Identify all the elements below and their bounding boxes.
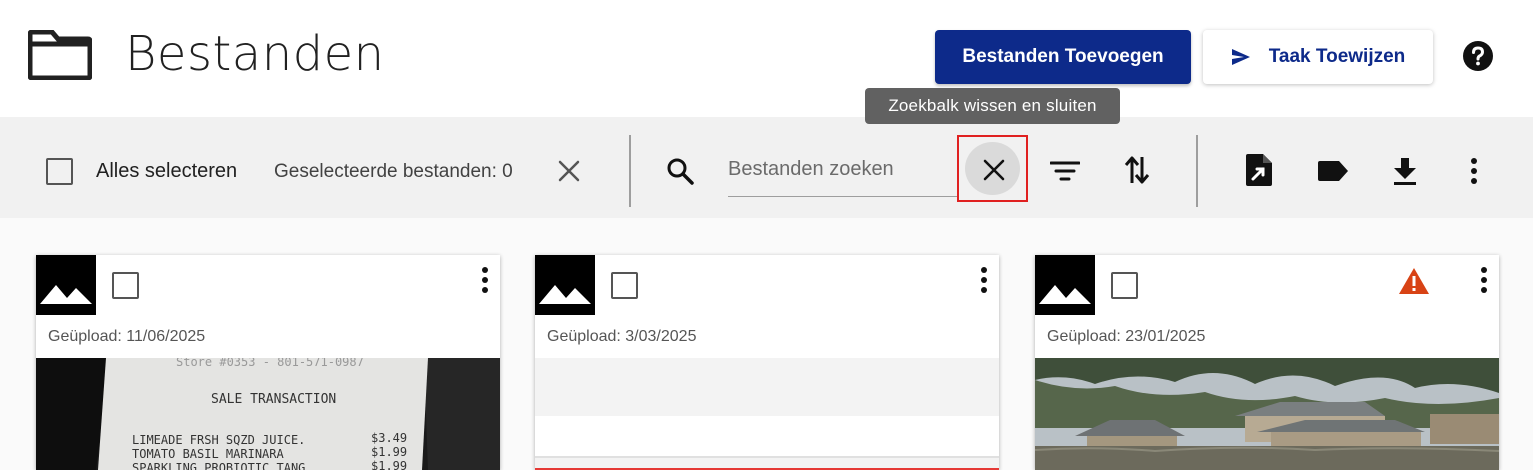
image-icon — [539, 285, 591, 304]
export-file-icon[interactable] — [1245, 153, 1273, 187]
image-icon — [1039, 285, 1091, 304]
add-files-button[interactable]: Bestanden Toevoegen — [935, 30, 1191, 84]
send-icon — [1231, 49, 1250, 65]
search-icon — [667, 158, 694, 185]
receipt-line: TOMATO BASIL MARINARA — [132, 447, 284, 461]
file-card[interactable]: Geüpload: 23/01/2025 — [1035, 255, 1499, 470]
flood-photo — [1035, 358, 1499, 470]
page-title: Bestanden — [125, 26, 385, 82]
file-card[interactable]: Geüpload: 3/03/2025 — [535, 255, 999, 470]
image-thumbnail — [535, 255, 595, 315]
receipt-price: $1.99 — [371, 445, 407, 459]
more-vert-icon[interactable] — [979, 266, 989, 294]
file-card[interactable]: Geüpload: 11/06/2025 Store #0353 - 801-5… — [36, 255, 500, 470]
close-icon[interactable] — [557, 159, 581, 183]
receipt-line: SPARKLING PROBIOTIC TANG — [132, 461, 305, 470]
clear-search-icon — [983, 159, 1005, 181]
label-icon[interactable] — [1317, 160, 1349, 182]
assign-task-label: Taak Toewijzen — [1268, 46, 1406, 67]
search-input[interactable] — [728, 142, 957, 197]
select-all-label: Alles selecteren — [96, 160, 238, 182]
document-preview — [535, 358, 999, 470]
receipt-price: $3.49 — [371, 431, 407, 445]
app-header: Bestanden Bestanden Toevoegen Taak Toewi… — [0, 0, 1533, 117]
receipt-price: $1.99 — [371, 459, 407, 470]
svg-text:Store #0353 - 801-571-0987: Store #0353 - 801-571-0987 — [176, 358, 364, 369]
file-checkbox[interactable] — [1111, 272, 1138, 299]
filter-icon[interactable] — [1050, 160, 1080, 182]
toolbar-divider — [629, 135, 631, 207]
warning-icon — [1399, 268, 1429, 294]
download-icon[interactable] — [1392, 156, 1418, 186]
selected-count-text: Geselecteerde bestanden: 0 — [274, 161, 513, 182]
more-vert-icon[interactable] — [1479, 266, 1489, 294]
image-thumbnail — [1035, 255, 1095, 315]
receipt-line: SALE TRANSACTION — [211, 392, 336, 407]
receipt-line: LIMEADE FRSH SQZD JUICE. — [132, 433, 305, 447]
file-checkbox[interactable] — [112, 272, 139, 299]
tooltip: Zoekbalk wissen en sluiten — [865, 88, 1120, 124]
toolbar-divider — [1196, 135, 1198, 207]
assign-task-button[interactable]: Taak Toewijzen — [1203, 30, 1433, 84]
upload-date: Geüpload: 11/06/2025 — [48, 328, 206, 345]
image-thumbnail — [36, 255, 96, 315]
sort-icon[interactable] — [1124, 155, 1150, 185]
more-vert-icon[interactable] — [1468, 157, 1480, 185]
image-icon — [40, 285, 92, 304]
clear-search-button[interactable] — [957, 135, 1028, 202]
upload-date: Geüpload: 23/01/2025 — [1047, 328, 1206, 345]
add-files-label: Bestanden Toevoegen — [962, 46, 1164, 67]
help-icon[interactable] — [1462, 40, 1494, 72]
receipt-photo: Store #0353 - 801-571-0987 SALE TRANSACT… — [36, 358, 500, 470]
folder-icon — [28, 30, 92, 80]
more-vert-icon[interactable] — [480, 266, 490, 294]
file-checkbox[interactable] — [611, 272, 638, 299]
select-all-checkbox[interactable] — [46, 158, 73, 185]
upload-date: Geüpload: 3/03/2025 — [547, 328, 697, 345]
